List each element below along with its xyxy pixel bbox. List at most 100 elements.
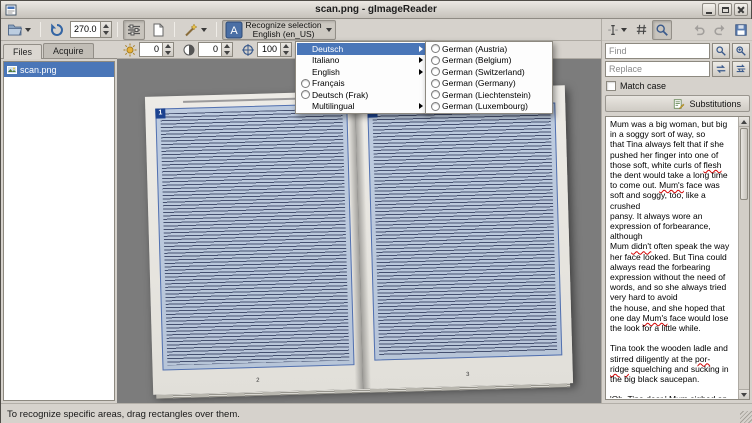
redo-button[interactable] <box>710 20 730 40</box>
page-button[interactable] <box>147 20 169 40</box>
resolution-spinbox[interactable]: 100 <box>257 42 292 57</box>
replace-all-icon <box>735 63 747 75</box>
scroll-down-arrow-icon[interactable] <box>739 389 749 399</box>
radio-indicator <box>429 67 442 76</box>
submenu-arrow-icon <box>419 69 423 75</box>
contrast-decrement-button[interactable] <box>222 50 232 57</box>
strip-linebreaks-icon <box>635 23 648 36</box>
output-text[interactable]: Mum was a big woman, but big in a soggy … <box>607 118 737 398</box>
open-dropdown-arrow-icon[interactable] <box>24 23 32 37</box>
statusbar-message: To recognize specific areas, drag rectan… <box>7 409 240 420</box>
find-next-button[interactable] <box>732 43 750 59</box>
menu-item-deutsch[interactable]: Deutsch <box>297 43 427 55</box>
autolayout-dropdown-arrow-icon[interactable] <box>200 23 208 37</box>
menu-item-deutsch-frak[interactable]: Deutsch (Frak) <box>297 89 427 101</box>
image-controls-icon <box>126 22 142 38</box>
undo-button[interactable] <box>689 20 709 40</box>
recognize-dropdown-arrow-icon[interactable] <box>325 23 333 37</box>
submenu-arrow-icon <box>419 46 423 52</box>
statusbar: To recognize specific areas, drag rectan… <box>1 403 752 423</box>
redo-icon <box>713 23 727 37</box>
resolution-value[interactable]: 100 <box>258 43 280 56</box>
misspelled-word: didn't <box>631 241 651 251</box>
autolayout-button[interactable] <box>180 20 211 40</box>
menu-item-multilingual[interactable]: Multilingual <box>297 101 427 113</box>
file-list: scan.png <box>3 61 115 401</box>
rotation-decrement-button[interactable] <box>101 30 111 38</box>
find-prev-icon <box>715 45 727 57</box>
find-prev-button[interactable] <box>712 43 730 59</box>
submenu-arrow-icon <box>419 103 423 109</box>
menu-item-german-luxembourg[interactable]: German (Luxembourg) <box>427 101 551 113</box>
replace-icon <box>715 63 727 75</box>
output-panel: Match case Substitutions Mum was a big w… <box>601 19 752 403</box>
maximize-button[interactable] <box>718 3 732 16</box>
rotation-value[interactable]: 270.0 <box>71 22 100 37</box>
tab-files[interactable]: Files <box>3 44 42 59</box>
menu-item-german-belgium[interactable]: German (Belgium) <box>427 55 551 67</box>
scrollbar-thumb[interactable] <box>740 128 748 200</box>
find-replace-toggle-button[interactable] <box>652 20 672 40</box>
open-button[interactable] <box>4 20 35 40</box>
brightness-decrement-button[interactable] <box>163 50 173 57</box>
contrast-control: 0 <box>182 42 233 57</box>
close-icon <box>737 6 745 14</box>
image-controls-toggle-button[interactable] <box>123 20 145 40</box>
maximize-icon <box>722 7 729 13</box>
rotation-increment-button[interactable] <box>101 22 111 30</box>
file-list-item[interactable]: scan.png <box>4 62 114 77</box>
tab-acquire[interactable]: Acquire <box>43 43 94 58</box>
scroll-up-arrow-icon[interactable] <box>739 117 749 127</box>
save-button[interactable] <box>731 20 751 40</box>
menu-item-italiano[interactable]: Italiano <box>297 55 427 67</box>
menu-item-label: German (Austria) <box>442 44 507 54</box>
minimize-button[interactable] <box>702 3 716 16</box>
menu-item-label: Italiano <box>312 55 339 65</box>
replace-input[interactable] <box>605 61 710 77</box>
image-file-icon <box>7 65 17 75</box>
recognize-icon: A <box>225 21 243 39</box>
search-icon <box>655 23 669 37</box>
menu-item-german-austria[interactable]: German (Austria) <box>427 43 551 55</box>
contrast-value[interactable]: 0 <box>199 43 221 56</box>
resolution-decrement-button[interactable] <box>281 50 291 57</box>
titlebar: scan.png - gImageReader <box>1 1 751 19</box>
menu-item-german-germany[interactable]: German (Germany) <box>427 78 551 90</box>
book-page-right: 2 3 <box>355 85 573 389</box>
contrast-spinbox[interactable]: 0 <box>198 42 233 57</box>
scrollbar-track[interactable] <box>739 127 749 389</box>
substitutions-button[interactable]: Substitutions <box>605 95 750 112</box>
brightness-value[interactable]: 0 <box>140 43 162 56</box>
find-input[interactable] <box>605 43 710 59</box>
replace-all-button[interactable] <box>732 61 750 77</box>
insert-mode-button[interactable] <box>604 20 630 40</box>
insert-mode-dropdown-arrow-icon[interactable] <box>620 23 628 37</box>
radio-indicator <box>299 79 312 88</box>
rotate-button[interactable] <box>46 20 68 40</box>
menu-item-fran-ais[interactable]: Français <box>297 78 427 90</box>
menu-item-english[interactable]: English <box>297 66 427 78</box>
ocr-selection-1[interactable]: 1 <box>155 103 354 370</box>
replace-button[interactable] <box>712 61 730 77</box>
output-scrollbar[interactable] <box>738 117 749 399</box>
output-text-area[interactable]: Mum was a big woman, but big in a soggy … <box>605 116 750 400</box>
ocr-selection-2[interactable]: 2 <box>367 102 562 360</box>
rotate-icon <box>49 22 65 38</box>
page-text-left <box>160 108 349 365</box>
menu-item-label: German (Switzerland) <box>442 67 525 77</box>
rotation-spinbox[interactable]: 270.0 <box>70 21 112 38</box>
strip-linebreaks-button[interactable] <box>631 20 651 40</box>
brightness-spinbox[interactable]: 0 <box>139 42 174 57</box>
language-menu: DeutschItaliano EnglishFrançaisDeutsch (F… <box>295 41 429 114</box>
radio-indicator <box>429 102 442 111</box>
misspelled-word: Mum's <box>643 313 668 323</box>
undo-icon <box>692 23 706 37</box>
recognize-button[interactable]: A Recognize selection English (en_US) <box>222 20 336 40</box>
menu-item-label: English <box>312 67 340 77</box>
page-number-left: 2 <box>153 375 363 387</box>
menu-item-german-switzerland[interactable]: German (Switzerland) <box>427 66 551 78</box>
match-case-checkbox[interactable] <box>606 81 616 91</box>
replace-row <box>602 59 752 77</box>
close-button[interactable] <box>734 3 748 16</box>
menu-item-german-liechtenstein[interactable]: German (Liechtenstein) <box>427 89 551 101</box>
